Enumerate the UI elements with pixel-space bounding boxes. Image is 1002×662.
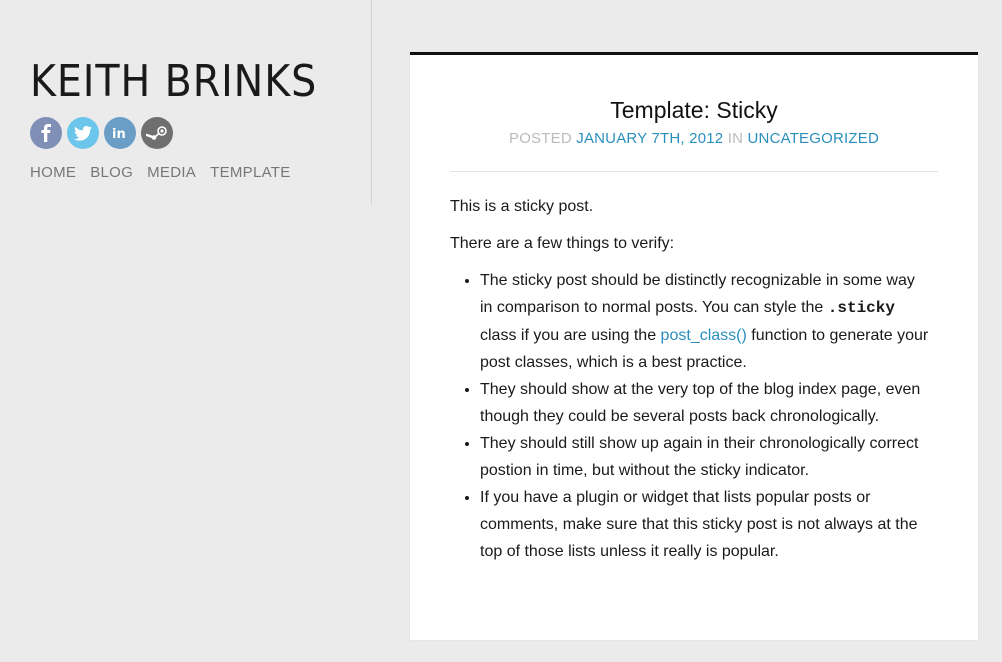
nav-home[interactable]: HOME: [30, 164, 76, 181]
post-card: Template: Sticky POSTED JANUARY 7TH, 201…: [410, 52, 978, 640]
list-item: The sticky post should be distinctly rec…: [480, 267, 930, 376]
nav-template[interactable]: TEMPLATE: [210, 164, 290, 181]
category-link[interactable]: UNCATEGORIZED: [748, 130, 880, 147]
sticky-code: .sticky: [827, 299, 895, 317]
nav-blog[interactable]: BLOG: [90, 164, 133, 181]
paragraph: This is a sticky post.: [450, 198, 594, 215]
title-divider: [450, 171, 938, 172]
svg-text:in: in: [112, 127, 126, 141]
list-item: They should still show up again in their…: [480, 430, 930, 484]
post-meta: POSTED JANUARY 7TH, 2012 IN UNCATEGORIZE…: [410, 130, 978, 147]
list-item: If you have a plugin or widget that list…: [480, 484, 930, 565]
facebook-icon[interactable]: [30, 117, 62, 149]
social-links: in: [30, 117, 173, 149]
post-date-link[interactable]: JANUARY 7TH, 2012: [576, 130, 723, 147]
in-label: IN: [727, 130, 744, 147]
site-title[interactable]: KEITH BRINKS: [30, 54, 317, 110]
nav-media[interactable]: MEDIA: [147, 164, 196, 181]
main-nav: HOME BLOG MEDIA TEMPLATE: [30, 164, 291, 181]
post-content: This is a sticky post. There are a few t…: [450, 193, 930, 565]
list-item-text: class if you are using the: [480, 327, 657, 344]
linkedin-icon[interactable]: in: [104, 117, 136, 149]
list-item: They should show at the very top of the …: [480, 376, 930, 430]
verify-list: The sticky post should be distinctly rec…: [450, 267, 930, 565]
paragraph: There are a few things to verify:: [450, 235, 675, 252]
post-title: Template: Sticky: [610, 97, 778, 123]
posted-label: POSTED: [508, 130, 572, 147]
steam-icon[interactable]: [141, 117, 173, 149]
twitter-icon[interactable]: [67, 117, 99, 149]
sidebar: KEITH BRINKS in HOME BLOG MEDIA TEMPLATE: [0, 0, 372, 205]
post-class-link[interactable]: post_class(): [661, 327, 747, 344]
